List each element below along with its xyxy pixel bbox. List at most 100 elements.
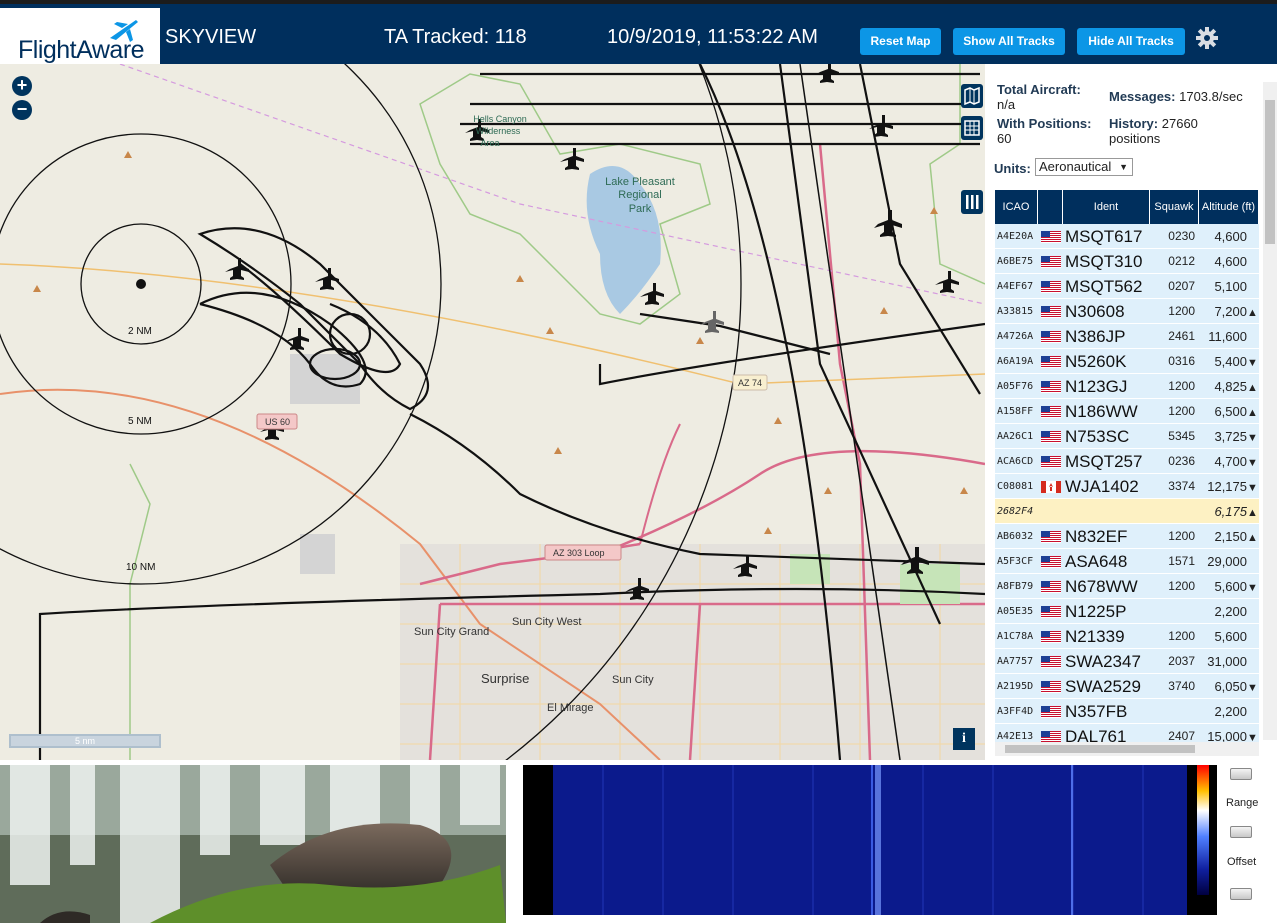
altitude-value: 2,200 xyxy=(1214,704,1247,719)
svg-text:El Mirage: El Mirage xyxy=(547,702,593,714)
altitude-cell: 12,175▼ xyxy=(1199,474,1257,499)
altitude-value: 6,175 xyxy=(1214,504,1247,519)
svg-text:Sun City: Sun City xyxy=(612,674,654,686)
scrollbar-thumb[interactable] xyxy=(1005,745,1195,753)
history-stat: History: 27660 positions xyxy=(1109,116,1198,146)
table-row[interactable]: A33815 N30608 1200 7,200▲ xyxy=(995,299,1259,324)
ident-cell: SWA2529 xyxy=(1065,677,1141,696)
column-header-squawk[interactable]: Squawk xyxy=(1150,190,1199,224)
ident-cell: MSQT310 xyxy=(1065,252,1143,271)
table-row[interactable]: A4726A N386JP 2461 11,600 xyxy=(995,324,1259,349)
ta-tracked-count: TA Tracked: 118 xyxy=(384,26,527,48)
hide-all-tracks-button[interactable]: Hide All Tracks xyxy=(1077,28,1185,55)
table-row[interactable]: A1C78A N21339 1200 5,600 xyxy=(995,624,1259,649)
table-row[interactable]: A4E20A MSQT617 0230 4,600 xyxy=(995,224,1259,249)
table-row[interactable]: ACA6CD MSQT257 0236 4,700▼ xyxy=(995,449,1259,474)
altitude-cell: 5,100 xyxy=(1199,274,1257,299)
icao-cell: A2195D xyxy=(997,681,1034,692)
table-row[interactable]: A158FF N186WW 1200 6,500▲ xyxy=(995,399,1259,424)
svg-text:Sun City West: Sun City West xyxy=(512,616,582,628)
altitude-value: 29,000 xyxy=(1207,554,1247,569)
column-header-altitude[interactable]: Altitude (ft) xyxy=(1199,190,1259,224)
reset-map-button[interactable]: Reset Map xyxy=(860,28,941,55)
zoom-in-button[interactable]: + xyxy=(12,76,32,96)
squawk-cell: 1200 xyxy=(1168,304,1195,318)
table-row[interactable]: AB6032 N832EF 1200 2,150▲ xyxy=(995,524,1259,549)
us-flag-icon xyxy=(1041,706,1061,718)
table-vertical-scrollbar[interactable] xyxy=(1263,82,1277,740)
icao-cell: A4E20A xyxy=(997,231,1034,242)
columns-toggle-button[interactable] xyxy=(961,190,983,214)
altitude-cell: 6,175▲ xyxy=(1199,499,1257,524)
zoom-out-button[interactable]: − xyxy=(12,100,32,120)
range-ring-label-10nm: 10 NM xyxy=(126,562,155,573)
header-bar: FlightAware SKYVIEW TA Tracked: 118 10/9… xyxy=(0,0,1277,68)
icao-cell: A4EF67 xyxy=(997,281,1034,292)
info-button[interactable]: i xyxy=(953,728,975,750)
ident-cell: N357FB xyxy=(1065,702,1128,721)
altitude-cell: 7,200▲ xyxy=(1199,299,1257,324)
table-row[interactable]: A05F76 N123GJ 1200 4,825▲ xyxy=(995,374,1259,399)
table-row[interactable]: AA7757 SWA2347 2037 31,000 xyxy=(995,649,1259,674)
column-header-flag[interactable] xyxy=(1038,190,1063,224)
clock-datetime: 10/9/2019, 11:53:22 AM xyxy=(607,26,818,48)
table-row[interactable]: A5F3CF ASA648 1571 29,000 xyxy=(995,549,1259,574)
aircraft-table: ICAO Ident Squawk Altitude (ft) A4E20A MS… xyxy=(995,190,1259,749)
table-row[interactable]: A4EF67 MSQT562 0207 5,100 xyxy=(995,274,1259,299)
altitude-cell: 5,600 xyxy=(1199,624,1257,649)
table-row[interactable]: A05E35 N1225P 2,200 xyxy=(995,599,1259,624)
show-all-tracks-button[interactable]: Show All Tracks xyxy=(953,28,1065,55)
icao-cell: A4726A xyxy=(997,331,1034,342)
icao-cell: A6A19A xyxy=(997,356,1034,367)
svg-text:US 60: US 60 xyxy=(265,417,290,427)
descending-icon: ▼ xyxy=(1247,457,1257,469)
units-select[interactable]: Aeronautical ▼ xyxy=(1035,158,1133,176)
us-flag-icon xyxy=(1041,531,1061,543)
table-row[interactable]: A8FB79 N678WW 1200 5,600▼ xyxy=(995,574,1259,599)
map-canvas: 2 NM 5 NM 10 NM Lake Pleasant Regional P… xyxy=(0,64,985,760)
messages-label: Messages: xyxy=(1109,89,1176,104)
squawk-cell: 0236 xyxy=(1168,454,1195,468)
aircraft-map[interactable]: 2 NM 5 NM 10 NM Lake Pleasant Regional P… xyxy=(0,64,985,760)
scrollbar-thumb[interactable] xyxy=(1265,100,1275,244)
table-row[interactable]: A3FF4D N357FB 2,200 xyxy=(995,699,1259,724)
offset-label: Offset xyxy=(1227,856,1257,868)
total-aircraft-stat: Total Aircraft: n/a xyxy=(997,82,1081,112)
range-slider-handle[interactable] xyxy=(1230,826,1252,838)
scale-bar: 5 nm xyxy=(9,734,161,748)
grid-toggle-button[interactable] xyxy=(961,116,983,140)
us-flag-icon xyxy=(1041,281,1061,293)
squawk-cell: 0316 xyxy=(1168,354,1195,368)
climbing-icon: ▲ xyxy=(1247,532,1257,544)
table-row[interactable]: 2682F4 6,175▲ xyxy=(995,499,1259,524)
svg-text:Regional: Regional xyxy=(618,189,661,201)
ident-cell: N30608 xyxy=(1065,302,1125,321)
table-row[interactable]: C08081 WJA1402 3374 12,175▼ xyxy=(995,474,1259,499)
messages-stat: Messages: 1703.8/sec xyxy=(1109,89,1243,104)
icao-cell: A8FB79 xyxy=(997,581,1034,592)
altitude-value: 6,500 xyxy=(1214,404,1247,419)
ident-cell: WJA1402 xyxy=(1065,477,1139,496)
flightaware-logo[interactable]: FlightAware xyxy=(0,8,160,68)
table-row[interactable]: A2195D SWA2529 3740 6,050▼ xyxy=(995,674,1259,699)
icao-cell: A33815 xyxy=(997,306,1034,317)
squawk-cell: 2037 xyxy=(1168,654,1195,668)
range-slider-top-handle[interactable] xyxy=(1230,768,1252,780)
table-horizontal-scrollbar[interactable] xyxy=(995,742,1259,756)
svg-text:Surprise: Surprise xyxy=(481,671,529,686)
table-row[interactable]: AA26C1 N753SC 5345 3,725▼ xyxy=(995,424,1259,449)
squawk-cell: 1200 xyxy=(1168,379,1195,393)
altitude-value: 11,600 xyxy=(1208,329,1247,344)
gear-icon[interactable] xyxy=(1195,26,1219,50)
column-header-icao[interactable]: ICAO xyxy=(995,190,1038,224)
altitude-cell: 6,050▼ xyxy=(1199,674,1257,699)
us-flag-icon xyxy=(1041,231,1061,243)
map-icon xyxy=(964,86,980,106)
column-header-ident[interactable]: Ident xyxy=(1063,190,1150,224)
table-row[interactable]: A6A19A N5260K 0316 5,400▼ xyxy=(995,349,1259,374)
offset-slider-handle[interactable] xyxy=(1230,888,1252,900)
range-ring-label-2nm: 2 NM xyxy=(128,326,152,337)
waterfall-photo-image xyxy=(0,765,506,923)
map-layers-button[interactable] xyxy=(961,84,983,108)
table-row[interactable]: A6BE75 MSQT310 0212 4,600 xyxy=(995,249,1259,274)
